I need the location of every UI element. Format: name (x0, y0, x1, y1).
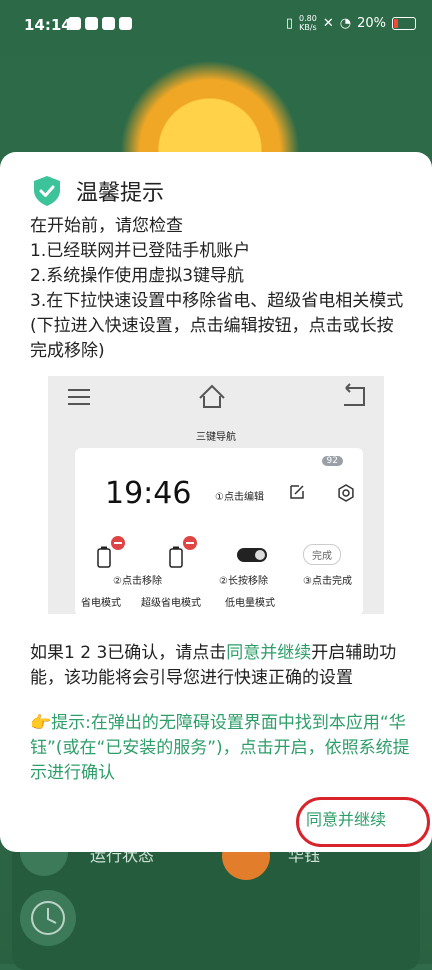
status-time: 14:14 (24, 16, 72, 34)
guide-illustration: 三键导航 92 19:46 ①点击编辑 完成 ②点击移除 ②长按移除 ③点击完成… (48, 376, 384, 616)
net-speed-unit: KB/s (299, 23, 317, 32)
back-icon (344, 383, 365, 406)
menu-icon (68, 389, 90, 405)
edit-icon (290, 485, 304, 499)
net-speed-value: 0.80 (299, 14, 317, 23)
mode-label-2: 超级省电模式 (141, 598, 201, 609)
status-bar: 14:14 ▯ 0.80 KB/s ✕ ◔ 20% (0, 0, 432, 50)
confirm-prefix: 如果1 2 3已确认，请点击 (30, 643, 227, 663)
quick-settings-mock: 92 19:46 ①点击编辑 完成 ②点击移除 ②长按移除 ③点击完成 省电模式… (75, 448, 363, 616)
mail-icon (119, 17, 132, 30)
remove-badge-1 (111, 536, 125, 550)
app-icon (85, 17, 98, 30)
checklist-intro: 在开始前，请您检查 (30, 216, 183, 236)
agree-continue-button[interactable]: 同意并继续 (306, 806, 386, 830)
hint-body: 提示:在弹出的无障碍设置界面中找到本应用“华钰”(或在“已安装的服务”)，点击开… (30, 713, 410, 783)
low-power-toggle (237, 548, 267, 562)
weibo-icon (68, 17, 81, 30)
tiktok-icon (102, 17, 115, 30)
super-save-icon (169, 546, 183, 568)
shield-check-icon (34, 176, 60, 206)
dialog-header: 温馨提示 (32, 175, 164, 207)
vibrate-icon: ▯ (285, 15, 294, 31)
edit-step-label: ①点击编辑 (215, 492, 264, 503)
status-right: ▯ 0.80 KB/s ✕ ◔ 20% (286, 14, 416, 32)
remove-badge-2 (183, 536, 197, 550)
signal-icon: ✕ (322, 15, 334, 31)
confirm-text: 如果1 2 3已确认，请点击同意并继续开启辅助功能，该功能将会引导您进行快速正确… (30, 641, 412, 691)
battery-badge: 92 (321, 456, 343, 466)
pointing-hand-icon: 👉 (30, 713, 52, 733)
remove-step-label: ②点击移除 (113, 576, 162, 587)
nav-caption: 三键导航 (196, 432, 236, 443)
net-speed: 0.80 KB/s (299, 14, 317, 32)
mode-label-3: 低电量模式 (225, 598, 275, 609)
battery-icon (392, 16, 416, 30)
checklist: 在开始前，请您检查 1.已经联网并已登陆手机账户 2.系统操作使用虚拟3键导航 … (30, 214, 408, 364)
wifi-icon: ◔ (339, 15, 352, 31)
three-key-nav (48, 376, 384, 418)
done-step-label: ③点击完成 (303, 576, 352, 587)
longpress-step-label: ②长按移除 (219, 576, 268, 587)
checklist-item-3: 3.在下拉快速设置中移除省电、超级省电相关模式 (下拉进入快速设置，点击编辑按钮… (30, 291, 404, 361)
notification-icons (68, 17, 132, 30)
checklist-item-1: 1.已经联网并已登陆手机账户 (30, 241, 251, 261)
mode-label-1: 省电模式 (81, 598, 121, 609)
dialog-title: 温馨提示 (76, 181, 165, 206)
mock-clock: 19:46 (105, 476, 192, 511)
settings-icon (338, 484, 354, 502)
battery-percent: 20% (357, 15, 386, 31)
power-save-icon (97, 546, 111, 568)
hint-text: 👉提示:在弹出的无障碍设置界面中找到本应用“华钰”(或在“已安装的服务”)，点击… (30, 711, 412, 786)
checklist-item-2: 2.系统操作使用虚拟3键导航 (30, 266, 245, 286)
done-chip: 完成 (303, 544, 341, 565)
home-icon (199, 384, 225, 408)
confirm-link: 同意并继续 (226, 643, 312, 663)
clock-icon[interactable] (20, 890, 76, 946)
